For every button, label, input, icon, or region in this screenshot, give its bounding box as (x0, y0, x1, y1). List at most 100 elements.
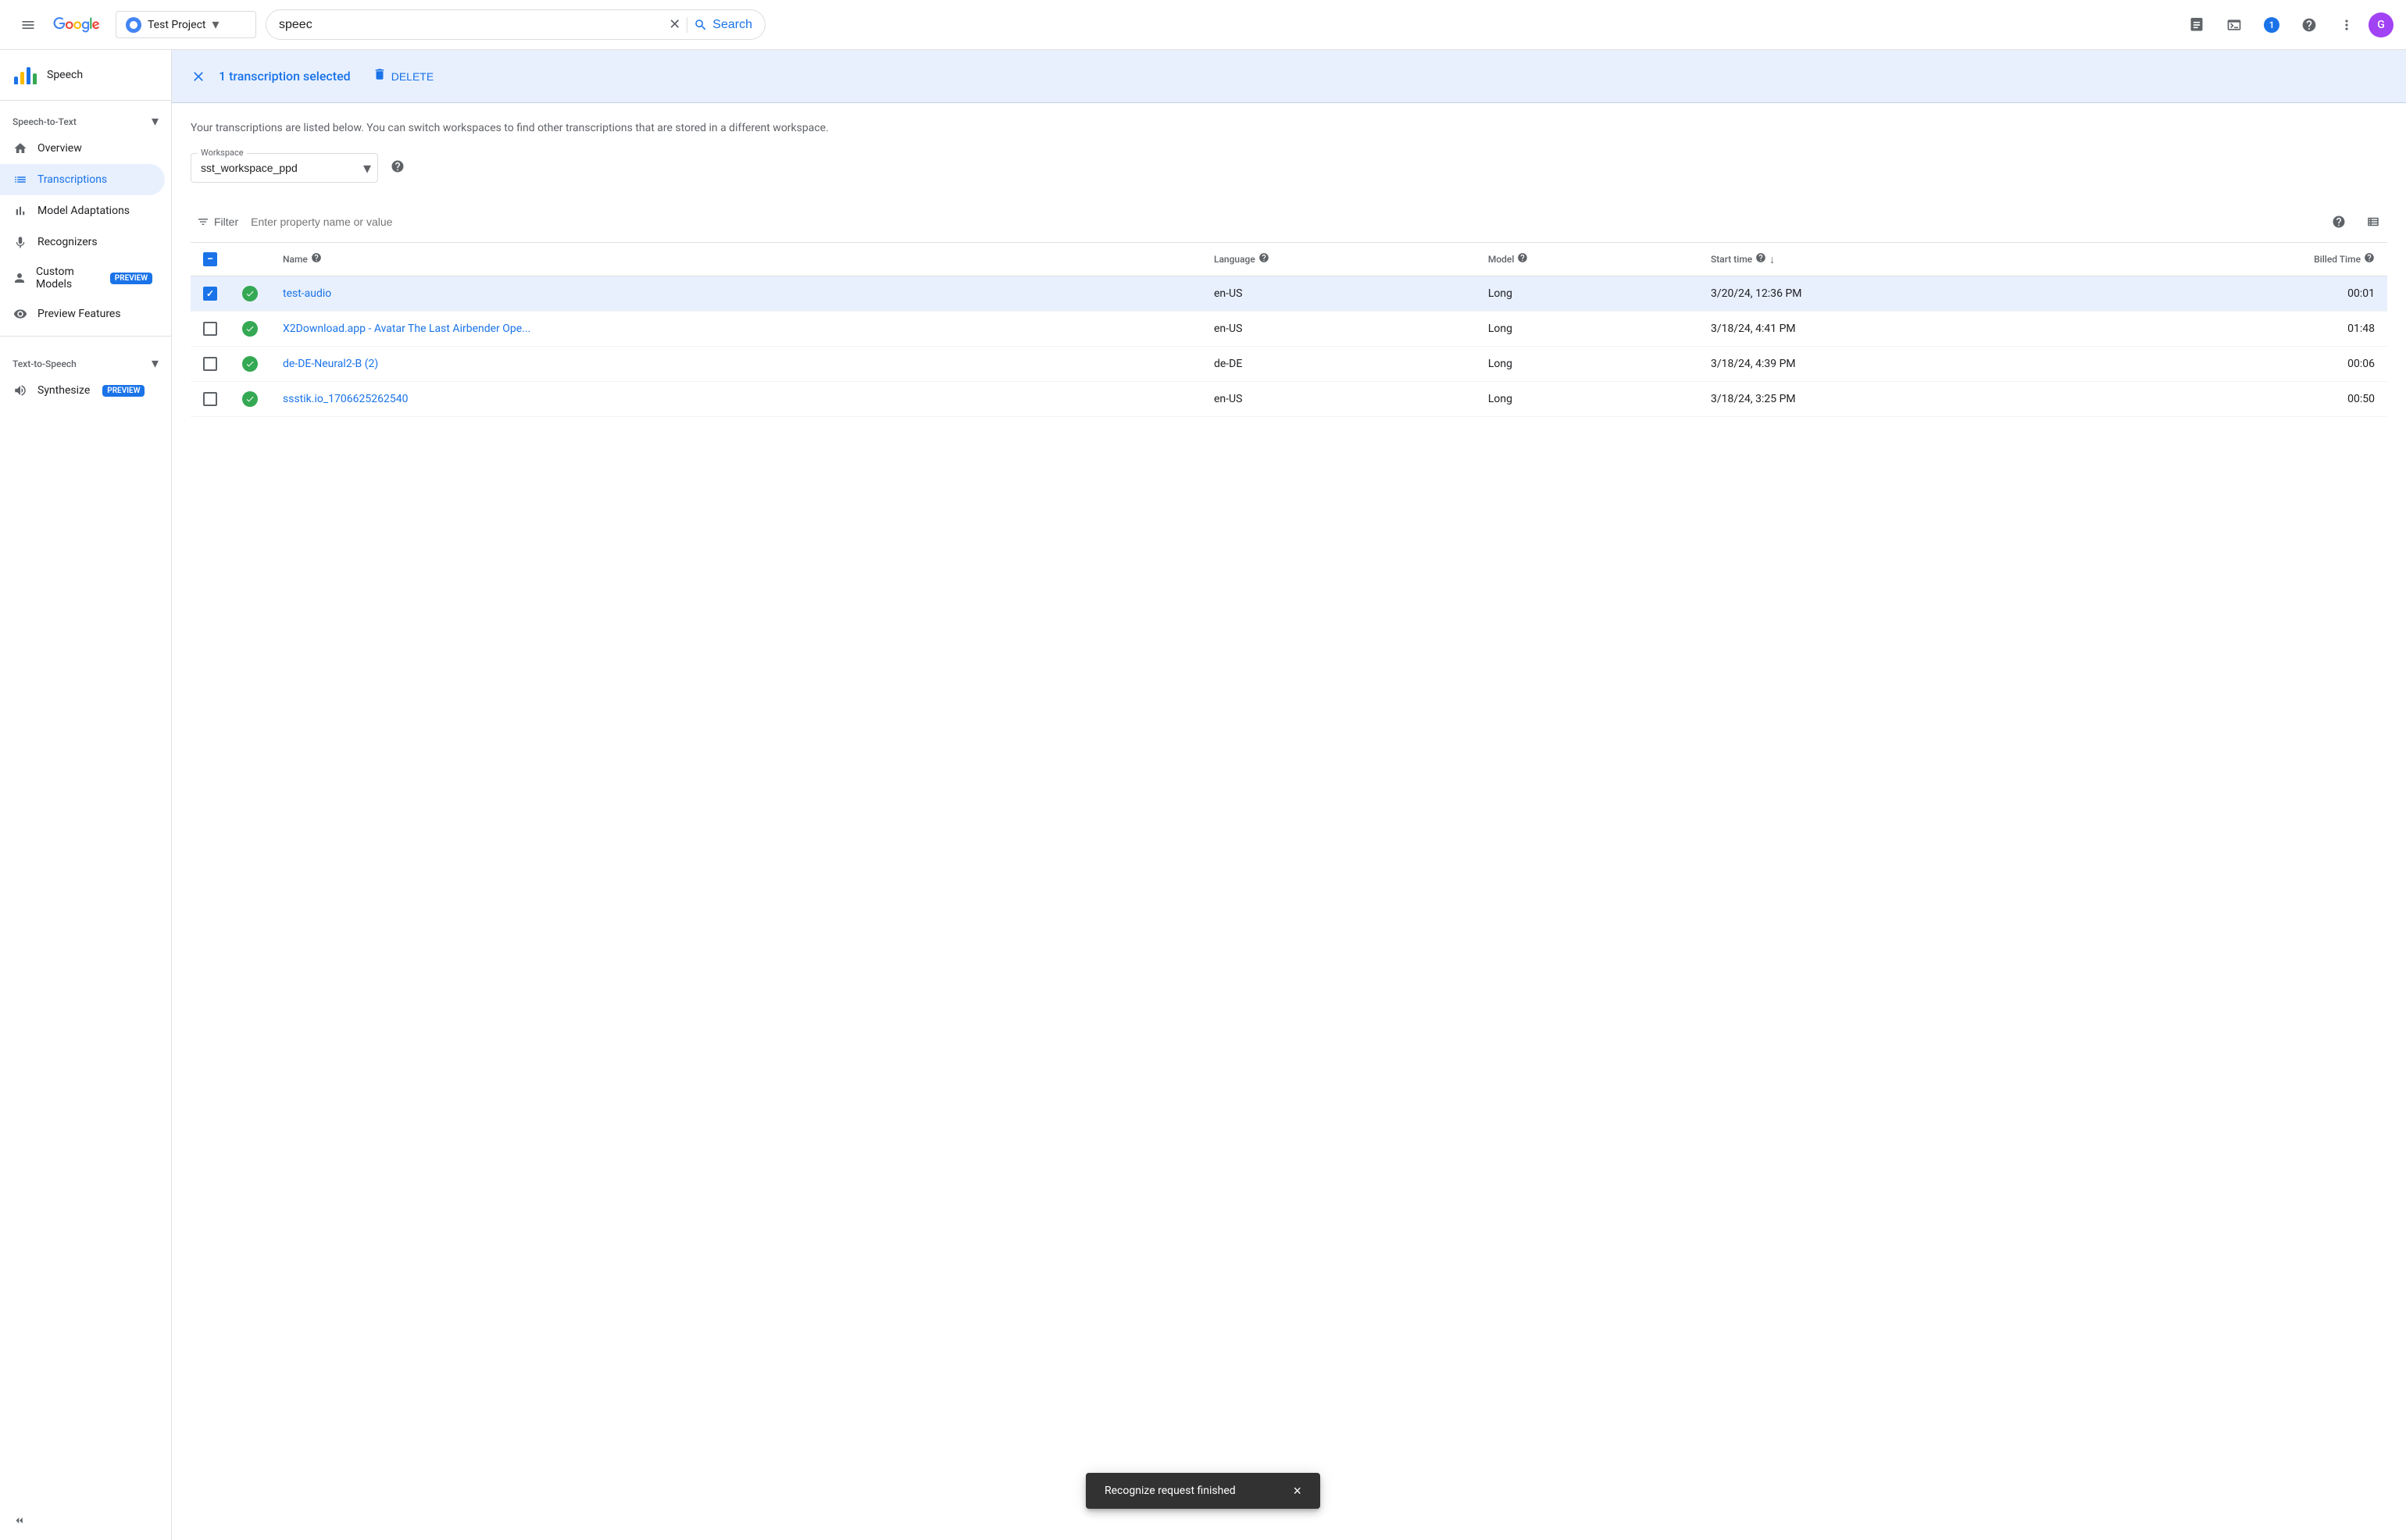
app-body: Speech Speech-to-Text ▾ Overview Transcr… (0, 50, 2406, 1540)
preview-features-icon (12, 306, 28, 322)
help-docs-button[interactable] (2181, 9, 2212, 41)
sidebar-preview-features-label: Preview Features (37, 308, 121, 320)
row-model-cell: Long (1476, 347, 1698, 382)
sidebar-item-synthesize[interactable]: Synthesize PREVIEW (0, 375, 165, 406)
clear-icon[interactable]: ✕ (669, 16, 680, 33)
billed-time-help-icon[interactable] (2364, 252, 2375, 266)
snackbar-close-button[interactable]: × (1293, 1484, 1301, 1498)
row-name-cell: test-audio (270, 276, 1201, 312)
notification-badge[interactable]: 1 (2256, 9, 2287, 41)
row-name-link[interactable]: X2Download.app - Avatar The Last Airbend… (283, 323, 530, 335)
th-status (230, 243, 270, 276)
row-checkbox[interactable] (203, 357, 217, 371)
filter-label: Filter (214, 216, 238, 228)
row-name-cell: X2Download.app - Avatar The Last Airbend… (270, 312, 1201, 347)
th-model: Model (1476, 243, 1698, 276)
start-time-sort-icon[interactable]: ↓ (1769, 253, 1775, 266)
row-status-cell (230, 347, 270, 382)
table-row: test-audio en-US Long 3/20/24, 12:36 PM … (191, 276, 2387, 312)
row-billed-time-cell: 00:01 (2094, 276, 2387, 312)
filter-row: Filter (191, 201, 2387, 243)
status-success-icon (242, 391, 258, 407)
row-name-link[interactable]: ssstik.io_1706625262540 (283, 393, 408, 405)
model-help-icon[interactable] (1517, 252, 1528, 266)
menu-button[interactable] (12, 9, 44, 41)
content-area: Your transcriptions are listed below. Yo… (172, 103, 2406, 1540)
status-success-icon (242, 356, 258, 372)
header-actions: 1 G (2181, 9, 2394, 41)
help-button[interactable] (2294, 9, 2325, 41)
row-checkbox-cell (191, 347, 230, 382)
row-start-time-cell: 3/18/24, 4:41 PM (1698, 312, 2094, 347)
table-row: X2Download.app - Avatar The Last Airbend… (191, 312, 2387, 347)
row-name-link[interactable]: test-audio (283, 287, 331, 300)
name-help-icon[interactable] (311, 252, 322, 266)
sidebar-item-preview-features[interactable]: Preview Features (0, 298, 165, 330)
table-row: de-DE-Neural2-B (2) de-DE Long 3/18/24, … (191, 347, 2387, 382)
th-name: Name (270, 243, 1201, 276)
row-checkbox[interactable] (203, 287, 217, 301)
row-billed-time-cell: 00:06 (2094, 347, 2387, 382)
description-text: Your transcriptions are listed below. Yo… (191, 122, 2387, 134)
delete-button[interactable]: DELETE (363, 61, 443, 91)
selection-bar: 1 transcription selected DELETE (172, 50, 2406, 103)
workspace-help-icon[interactable] (391, 159, 405, 177)
google-cloud-logo (53, 17, 100, 33)
product-name-label: Speech (47, 69, 83, 81)
workspace-label: Workspace (198, 148, 247, 158)
chevron-down-icon: ▾ (212, 16, 219, 33)
help-columns-button[interactable] (2325, 208, 2353, 236)
th-language: Language (1201, 243, 1476, 276)
search-input[interactable] (279, 18, 662, 32)
sidebar-collapse-button[interactable] (0, 1501, 171, 1540)
tts-collapse-icon[interactable]: ▾ (152, 355, 159, 372)
snackbar: Recognize request finished × (1086, 1473, 1320, 1509)
delete-label: DELETE (391, 70, 434, 83)
custom-models-icon (12, 270, 27, 286)
language-help-icon[interactable] (1258, 252, 1269, 266)
row-language-cell: en-US (1201, 276, 1476, 312)
sidebar-item-custom-models[interactable]: Custom Models PREVIEW (0, 258, 165, 298)
tts-section-label: Text-to-Speech ▾ (0, 343, 171, 375)
notification-count: 1 (2264, 17, 2279, 33)
filter-right (2325, 208, 2387, 236)
project-name-label: Test Project (148, 19, 205, 31)
terminal-button[interactable] (2219, 9, 2250, 41)
search-button[interactable]: Search (694, 18, 752, 32)
avatar[interactable]: G (2369, 12, 2394, 37)
close-selection-button[interactable] (191, 69, 206, 84)
stt-collapse-icon[interactable]: ▾ (152, 113, 159, 130)
sidebar-synthesize-label: Synthesize (37, 384, 90, 397)
workspace-select[interactable]: sst_workspace_ppd (191, 154, 377, 182)
row-model-cell: Long (1476, 382, 1698, 417)
filter-button[interactable]: Filter (191, 212, 245, 231)
workspace-fieldset: Workspace sst_workspace_ppd ▾ (191, 153, 378, 183)
row-checkbox-cell (191, 276, 230, 312)
row-status-cell (230, 382, 270, 417)
sidebar-item-recognizers[interactable]: Recognizers (0, 226, 165, 258)
row-model-cell: Long (1476, 312, 1698, 347)
row-name-link[interactable]: de-DE-Neural2-B (2) (283, 358, 378, 370)
sidebar-item-transcriptions[interactable]: Transcriptions (0, 164, 165, 195)
project-selector[interactable]: Test Project ▾ (116, 11, 256, 38)
transcriptions-table: Name Language (191, 243, 2387, 417)
sidebar-custom-models-label: Custom Models (36, 266, 98, 291)
columns-toggle-button[interactable] (2359, 208, 2387, 236)
row-language-cell: en-US (1201, 312, 1476, 347)
select-all-checkbox[interactable] (203, 252, 217, 266)
th-billed-time: Billed Time (2094, 243, 2387, 276)
row-checkbox[interactable] (203, 392, 217, 406)
row-status-cell (230, 312, 270, 347)
start-time-help-icon[interactable] (1755, 252, 1766, 266)
sidebar-item-overview[interactable]: Overview (0, 133, 165, 164)
search-button-label: Search (712, 18, 752, 32)
sidebar-item-model-adaptations[interactable]: Model Adaptations (0, 195, 165, 226)
filter-input[interactable] (245, 212, 2325, 231)
model-adaptations-icon (12, 203, 28, 219)
row-billed-time-cell: 00:50 (2094, 382, 2387, 417)
sidebar-divider (0, 336, 171, 337)
more-options-button[interactable] (2331, 9, 2362, 41)
table-header-row: Name Language (191, 243, 2387, 276)
row-status-cell (230, 276, 270, 312)
row-checkbox[interactable] (203, 322, 217, 336)
